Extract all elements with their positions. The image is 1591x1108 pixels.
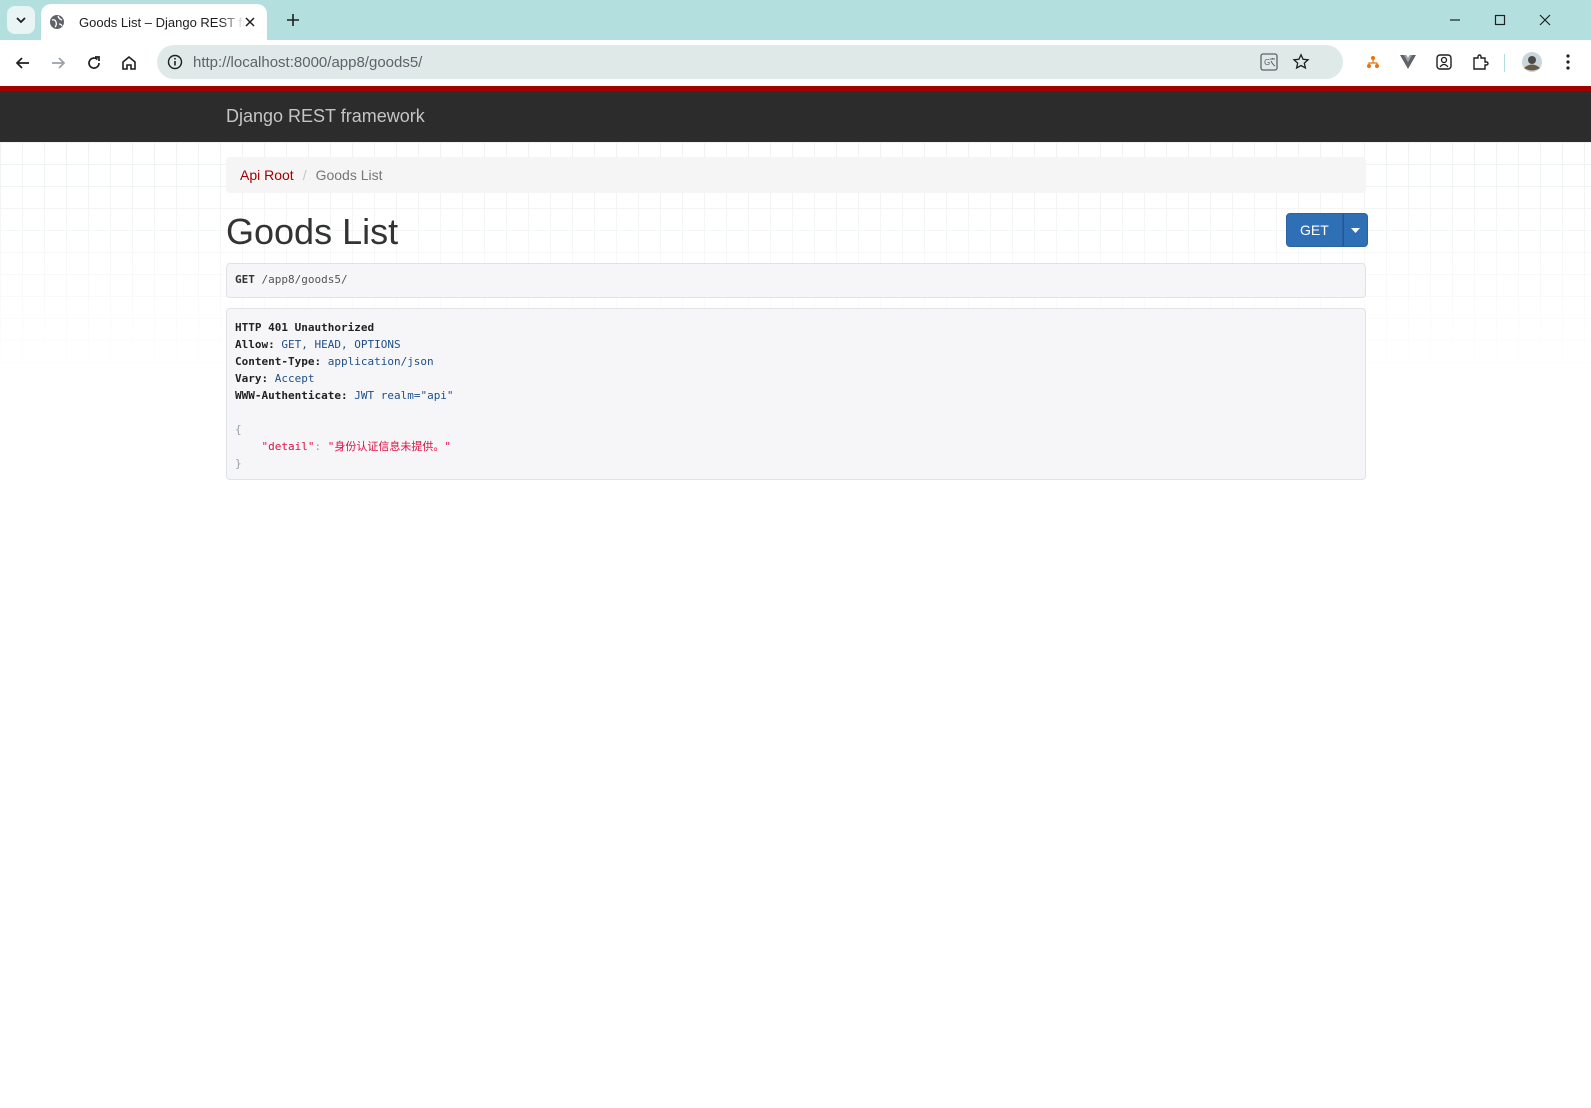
json-close-brace: } bbox=[235, 457, 242, 470]
page-title: Goods List bbox=[226, 211, 399, 252]
plus-icon bbox=[287, 14, 299, 26]
chevron-down-icon bbox=[16, 17, 26, 24]
extension-people-icon[interactable] bbox=[1432, 50, 1456, 74]
request-info: GET /app8/goods5/ bbox=[226, 263, 1366, 298]
extension-network-icon[interactable] bbox=[1361, 50, 1385, 74]
caret-down-icon bbox=[1350, 227, 1360, 233]
browser-tab-active[interactable]: Goods List – Django REST framework bbox=[41, 4, 267, 40]
url-path: :8000/app8/goods5/ bbox=[289, 54, 423, 71]
translate-icon[interactable]: G bbox=[1258, 51, 1280, 73]
header-key: Content-Type: bbox=[235, 355, 322, 368]
get-button[interactable]: GET bbox=[1286, 213, 1343, 247]
tab-close-icon[interactable] bbox=[241, 13, 259, 31]
address-bar[interactable]: http://localhost:8000/app8/goods5/ G bbox=[157, 45, 1343, 79]
tab-search-button[interactable] bbox=[7, 6, 35, 34]
bookmark-star-icon[interactable] bbox=[1290, 51, 1312, 73]
toolbar-divider bbox=[1504, 54, 1505, 72]
extensions-puzzle-icon[interactable] bbox=[1468, 50, 1492, 74]
svg-text:G: G bbox=[1264, 58, 1270, 67]
breadcrumb: Api Root / Goods List bbox=[226, 157, 1366, 193]
extension-vue-icon[interactable] bbox=[1396, 50, 1420, 74]
back-button[interactable] bbox=[9, 49, 37, 77]
response-header-www-authenticate: WWW-Authenticate: JWT realm="api" bbox=[235, 387, 1357, 404]
browser-menu-icon[interactable] bbox=[1556, 50, 1580, 74]
tab-title: Goods List – Django REST framework bbox=[79, 14, 245, 30]
forward-button[interactable] bbox=[44, 49, 72, 77]
response-spacer bbox=[235, 404, 1357, 421]
close-window-button[interactable] bbox=[1533, 8, 1557, 32]
minimize-icon bbox=[1450, 19, 1460, 21]
home-icon bbox=[122, 55, 136, 70]
json-colon: : bbox=[314, 440, 328, 453]
browser-toolbar: http://localhost:8000/app8/goods5/ G bbox=[0, 40, 1591, 86]
breadcrumb-current: Goods List bbox=[315, 167, 383, 183]
profile-avatar[interactable] bbox=[1520, 50, 1544, 74]
header-value: GET, HEAD, OPTIONS bbox=[281, 338, 401, 351]
site-info-icon[interactable] bbox=[163, 50, 187, 74]
url-host: http://localhost bbox=[193, 54, 290, 71]
response-header-vary: Vary: Accept bbox=[235, 370, 1357, 387]
json-detail-line: "detail": "身份认证信息未提供。" bbox=[235, 438, 1357, 455]
request-method: GET bbox=[235, 273, 255, 286]
home-button[interactable] bbox=[115, 49, 143, 77]
header-value: application/json bbox=[327, 355, 434, 368]
browser-tab-bar: Goods List – Django REST framework bbox=[0, 0, 1591, 40]
url-text[interactable]: http://localhost:8000/app8/goods5/ bbox=[193, 54, 422, 71]
response-header-content-type: Content-Type: application/json bbox=[235, 353, 1357, 370]
breadcrumb-separator: / bbox=[302, 167, 307, 183]
response-header-allow: Allow: GET, HEAD, OPTIONS bbox=[235, 336, 1357, 353]
close-icon bbox=[1539, 14, 1551, 26]
get-button-group: GET bbox=[1286, 213, 1368, 247]
minimize-button[interactable] bbox=[1443, 8, 1467, 32]
header-key: Vary: bbox=[235, 372, 269, 385]
maximize-icon bbox=[1494, 14, 1506, 26]
brand-link[interactable]: Django REST framework bbox=[226, 106, 425, 127]
maximize-button[interactable] bbox=[1488, 8, 1512, 32]
reload-icon bbox=[88, 56, 100, 69]
header-key: WWW-Authenticate: bbox=[235, 389, 348, 402]
header-value: Accept bbox=[274, 372, 315, 385]
json-value: "身份认证信息未提供。" bbox=[327, 440, 451, 453]
new-tab-button[interactable] bbox=[281, 8, 305, 32]
reload-button[interactable] bbox=[80, 49, 108, 77]
response-status: HTTP 401 Unauthorized bbox=[235, 321, 375, 334]
get-format-dropdown[interactable] bbox=[1342, 213, 1368, 247]
request-path: /app8/goods5/ bbox=[261, 273, 348, 286]
arrow-right-icon bbox=[52, 57, 66, 69]
response-info: HTTP 401 Unauthorized Allow: GET, HEAD, … bbox=[226, 308, 1366, 480]
header-value: JWT realm="api" bbox=[354, 389, 454, 402]
globe-icon bbox=[49, 14, 65, 30]
arrow-left-icon bbox=[15, 57, 29, 69]
breadcrumb-api-root[interactable]: Api Root bbox=[240, 167, 294, 183]
json-key: "detail" bbox=[261, 440, 315, 453]
drf-navbar: Django REST framework bbox=[0, 86, 1591, 142]
json-open-brace: { bbox=[235, 423, 242, 436]
header-key: Allow: bbox=[235, 338, 275, 351]
